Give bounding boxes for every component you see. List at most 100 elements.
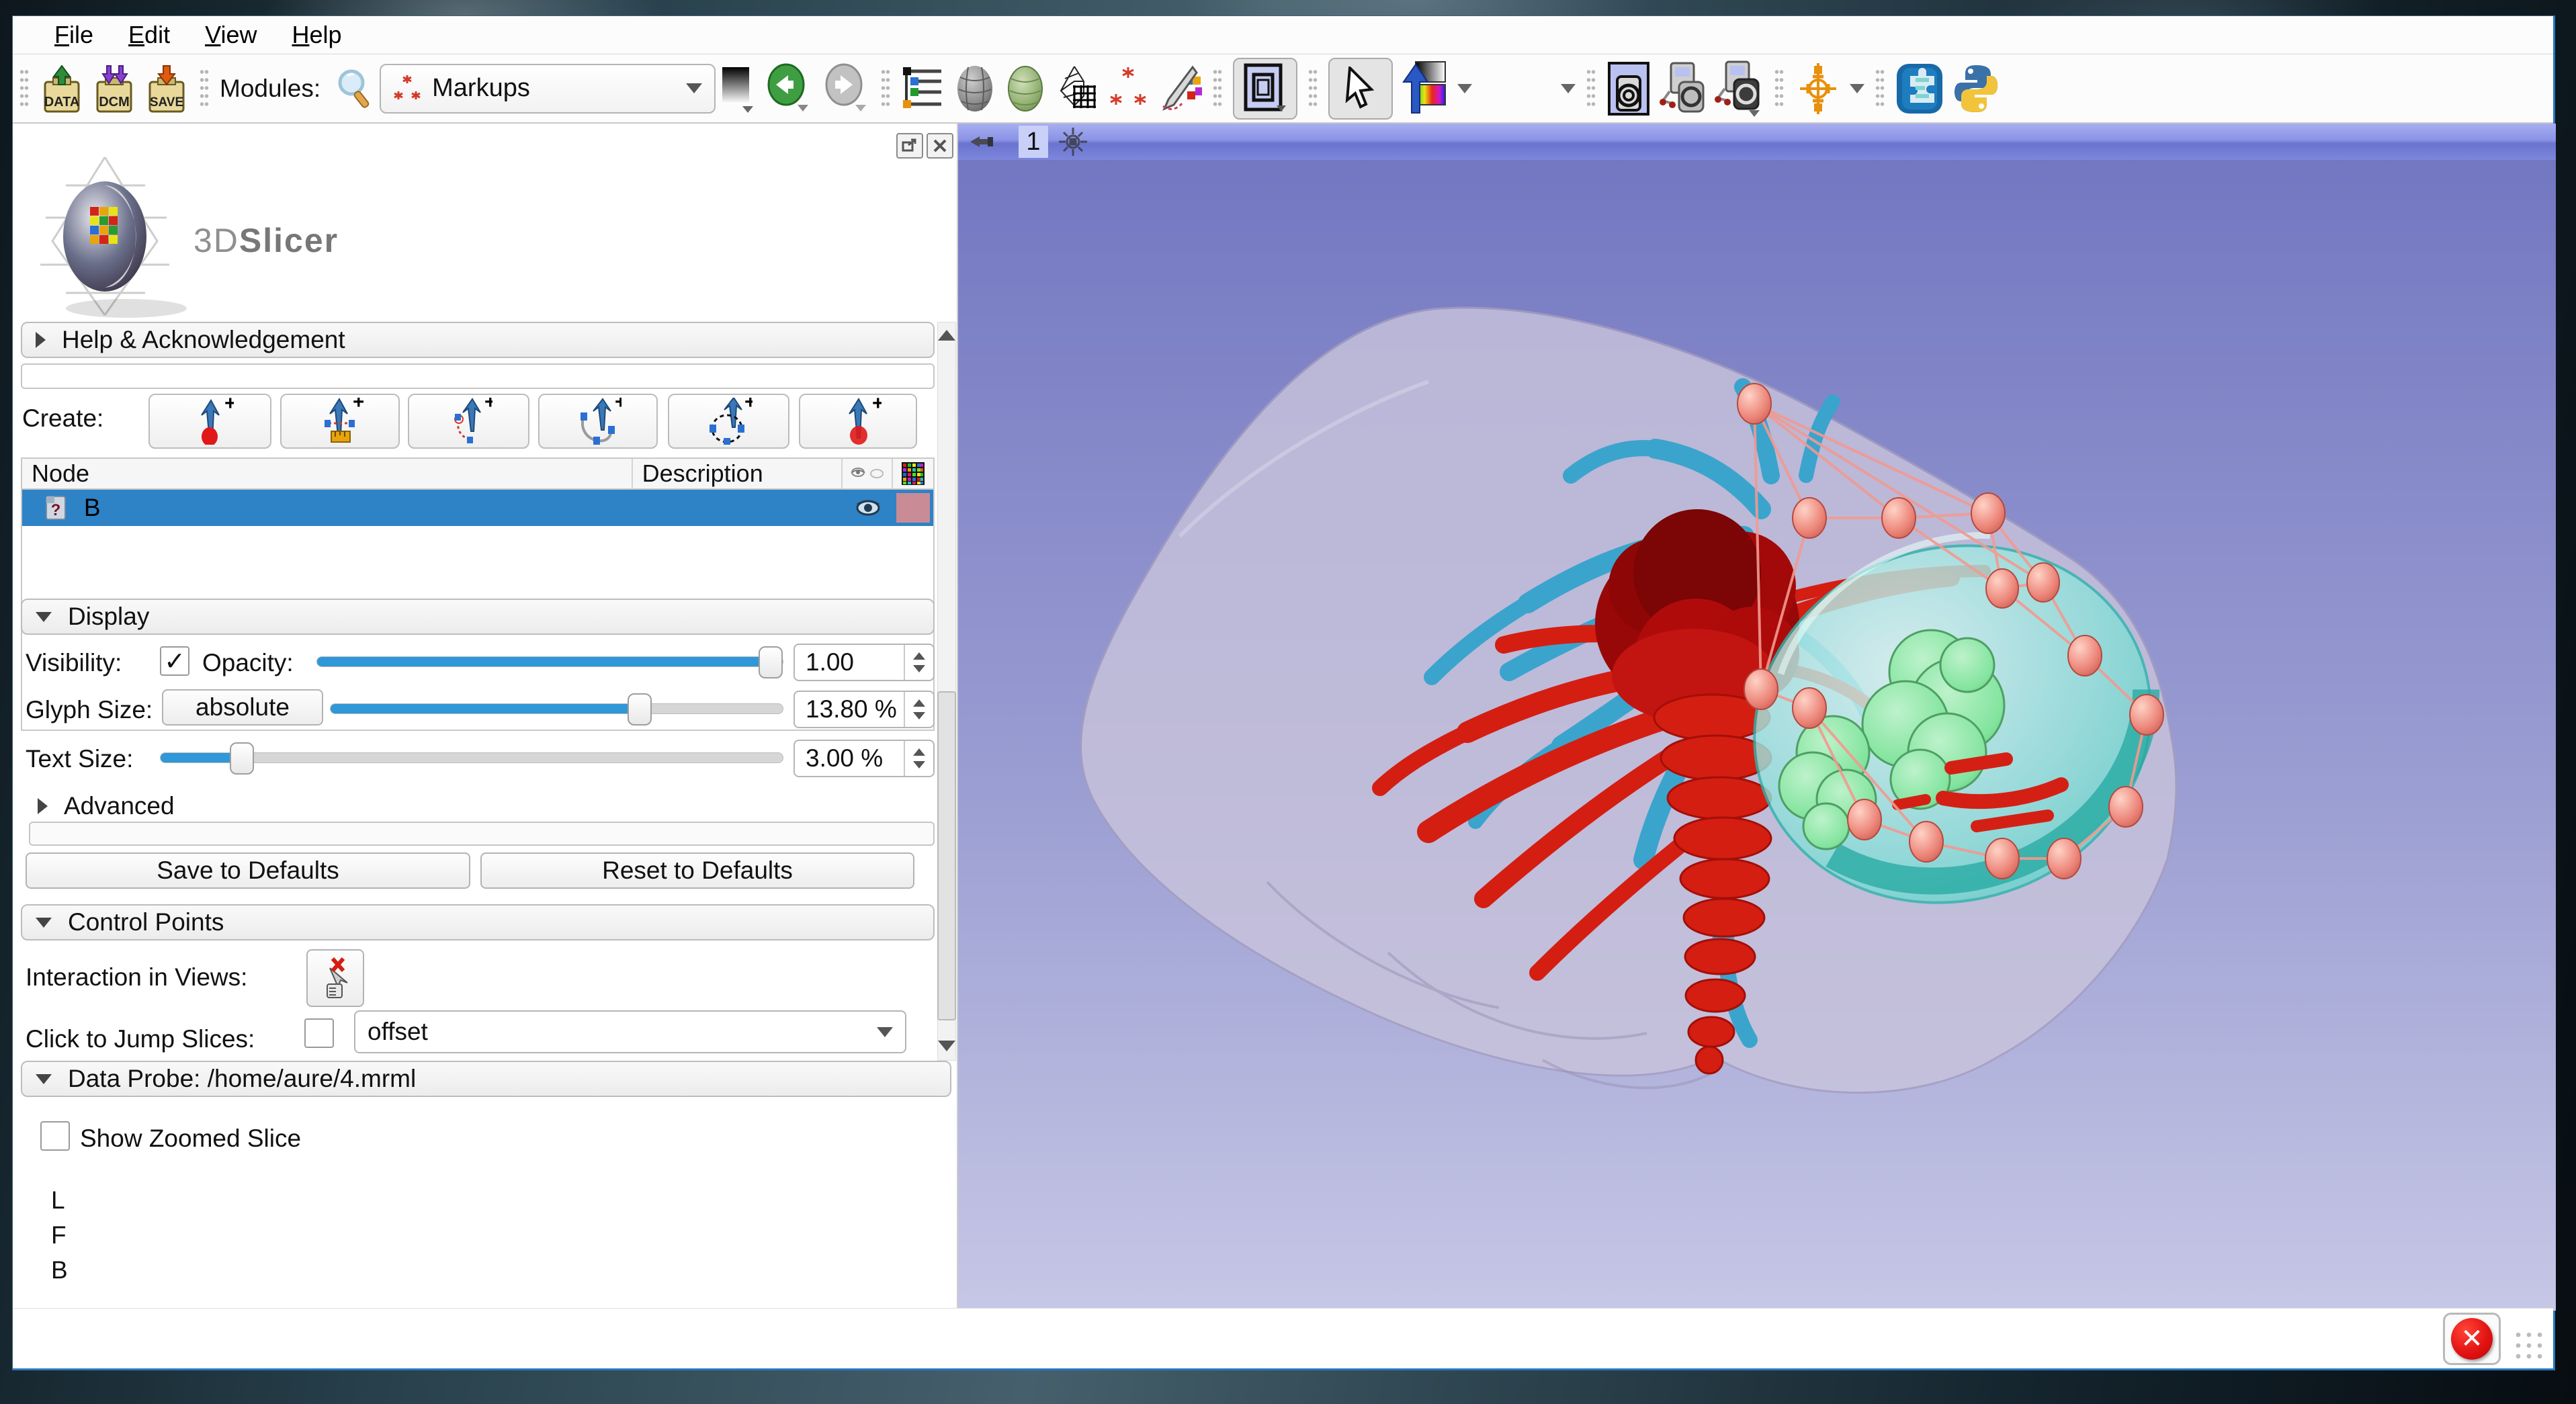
panel-scrollbar-thumb[interactable] bbox=[937, 691, 956, 1020]
show-zoomed-slice-checkbox[interactable] bbox=[40, 1121, 70, 1151]
menu-file[interactable]: File bbox=[40, 19, 108, 50]
reset-defaults-button[interactable]: Reset to Defaults bbox=[480, 852, 914, 889]
chevron-down-icon[interactable] bbox=[1561, 84, 1576, 93]
screen-capture-button[interactable] bbox=[1606, 62, 1651, 116]
menu-help[interactable]: Help bbox=[277, 19, 356, 50]
table-row[interactable]: ? B bbox=[22, 490, 933, 526]
create-closed-curve-button[interactable]: + bbox=[668, 394, 789, 449]
layout-selector-button[interactable] bbox=[1233, 58, 1297, 120]
glyph-size-mode-button[interactable]: absolute bbox=[162, 689, 323, 726]
opacity-spinbox[interactable]: 1.00 bbox=[793, 644, 935, 681]
text-size-spinbox[interactable]: 3.00 % bbox=[793, 740, 935, 777]
collapsed-arrow-icon bbox=[36, 332, 46, 348]
column-color[interactable] bbox=[893, 459, 933, 488]
back-button[interactable] bbox=[763, 63, 812, 114]
node-type-icon: ? bbox=[44, 494, 69, 522]
visibility-eye-icon[interactable] bbox=[855, 498, 882, 518]
chevron-down-icon[interactable] bbox=[1850, 84, 1864, 93]
transforms-module-icon[interactable] bbox=[1054, 64, 1099, 114]
panel-undock-button[interactable] bbox=[896, 133, 923, 159]
window-level-icon[interactable] bbox=[1401, 60, 1449, 117]
visibility-checkbox[interactable]: ✓ bbox=[160, 646, 189, 676]
scene-views-menu-button[interactable] bbox=[1714, 60, 1764, 117]
error-log-button[interactable]: ✕ bbox=[2443, 1313, 2501, 1365]
toolbar-drag-handle[interactable] bbox=[1875, 68, 1885, 109]
table-header: Node Description bbox=[22, 459, 933, 490]
control-points-section-header[interactable]: Control Points bbox=[21, 904, 935, 940]
jump-slices-checkbox[interactable] bbox=[304, 1018, 334, 1048]
column-visibility[interactable] bbox=[843, 459, 893, 488]
mouse-interaction-button[interactable] bbox=[1328, 58, 1393, 120]
advanced-section-header[interactable]: Advanced bbox=[38, 792, 175, 820]
main-toolbar: DATA DCM SAVE Modules: bbox=[13, 54, 2553, 124]
probe-axis-l: L bbox=[51, 1186, 65, 1215]
panel-close-button[interactable] bbox=[927, 133, 953, 159]
column-description[interactable]: Description bbox=[633, 459, 843, 488]
data-probe-section-header[interactable]: Data Probe: /home/aure/4.mrml bbox=[21, 1061, 951, 1097]
create-open-curve-button[interactable]: + bbox=[538, 394, 658, 449]
resize-grip[interactable] bbox=[2513, 1329, 2545, 1362]
scrollbar-down-arrow[interactable] bbox=[936, 1036, 957, 1056]
toolbar-drag-handle[interactable] bbox=[1308, 68, 1318, 109]
python-console-button[interactable] bbox=[1952, 62, 2000, 115]
forward-button[interactable] bbox=[820, 63, 870, 114]
opacity-slider[interactable] bbox=[316, 656, 783, 667]
create-line-button[interactable]: + bbox=[280, 394, 400, 449]
segment-editor-icon[interactable] bbox=[1158, 64, 1202, 113]
glyph-size-label: Glyph Size: bbox=[26, 696, 153, 724]
advanced-label: Advanced bbox=[64, 792, 175, 820]
markups-toolbar-icon[interactable] bbox=[1107, 64, 1150, 113]
scrollbar-up-arrow[interactable] bbox=[936, 325, 957, 345]
crosshair-button[interactable] bbox=[1795, 62, 1842, 116]
view-axes-icon[interactable] bbox=[1058, 126, 1088, 157]
extensions-manager-button[interactable] bbox=[1895, 62, 1944, 115]
toolbar-drag-handle[interactable] bbox=[1774, 68, 1784, 109]
toolbar-drag-handle[interactable] bbox=[1586, 68, 1596, 109]
threed-viewport[interactable] bbox=[958, 160, 2556, 1311]
glyph-size-slider[interactable] bbox=[330, 703, 783, 714]
create-point-list-button[interactable]: + bbox=[148, 394, 271, 449]
toolbar-drag-handle[interactable] bbox=[19, 68, 29, 109]
display-section-label: Display bbox=[68, 603, 149, 631]
column-node[interactable]: Node bbox=[22, 459, 633, 488]
module-selector-value: Markups bbox=[432, 74, 675, 103]
module-search-icon[interactable] bbox=[334, 67, 376, 111]
interaction-toggle-button[interactable] bbox=[306, 949, 364, 1007]
scene-views-button[interactable] bbox=[1659, 62, 1706, 116]
menu-bar: File Edit View Help bbox=[13, 16, 2553, 54]
probe-axis-b: B bbox=[51, 1256, 68, 1284]
chevron-down-icon[interactable] bbox=[1457, 84, 1472, 93]
modules-label: Modules: bbox=[220, 75, 320, 103]
menu-view[interactable]: View bbox=[190, 19, 271, 50]
svg-text:+: + bbox=[872, 398, 882, 414]
toolbar-drag-handle[interactable] bbox=[1213, 68, 1222, 109]
expanded-arrow-icon bbox=[36, 918, 52, 928]
save-button[interactable]: SAVE bbox=[144, 64, 189, 113]
create-fiducial-button[interactable]: + bbox=[799, 394, 917, 449]
toolbar-drag-handle[interactable] bbox=[200, 68, 209, 109]
svg-text:+: + bbox=[744, 398, 753, 413]
slicer-logo: 3DSlicer bbox=[26, 150, 402, 318]
svg-text:SAVE: SAVE bbox=[150, 95, 183, 109]
create-angle-button[interactable]: + bbox=[408, 394, 529, 449]
jump-mode-combobox[interactable]: offset bbox=[354, 1010, 906, 1053]
models-module-icon[interactable] bbox=[953, 64, 996, 114]
glyph-size-spinbox[interactable]: 13.80 % bbox=[793, 691, 935, 728]
markups-node-table: Node Description bbox=[21, 457, 935, 731]
node-color-swatch[interactable] bbox=[896, 493, 930, 523]
load-data-button[interactable]: DATA bbox=[40, 64, 84, 113]
display-section-header[interactable]: Display bbox=[21, 599, 935, 635]
text-size-slider[interactable] bbox=[160, 752, 783, 763]
dicom-button[interactable]: DCM bbox=[92, 64, 136, 113]
segmentations-module-icon[interactable] bbox=[1004, 64, 1046, 114]
subject-hierarchy-icon[interactable] bbox=[901, 65, 945, 112]
save-defaults-button[interactable]: Save to Defaults bbox=[26, 852, 470, 889]
help-acknowledgement-section[interactable]: Help & Acknowledgement bbox=[21, 322, 935, 358]
module-history-icon[interactable] bbox=[720, 64, 755, 113]
module-selector-combobox[interactable]: Markups bbox=[380, 64, 716, 114]
menu-edit[interactable]: Edit bbox=[114, 19, 185, 50]
toolbar-drag-handle[interactable] bbox=[881, 68, 890, 109]
view-pin-icon[interactable] bbox=[968, 130, 994, 153]
interaction-in-views-label: Interaction in Views: bbox=[26, 963, 247, 992]
view-label[interactable]: 1 bbox=[1019, 126, 1048, 158]
